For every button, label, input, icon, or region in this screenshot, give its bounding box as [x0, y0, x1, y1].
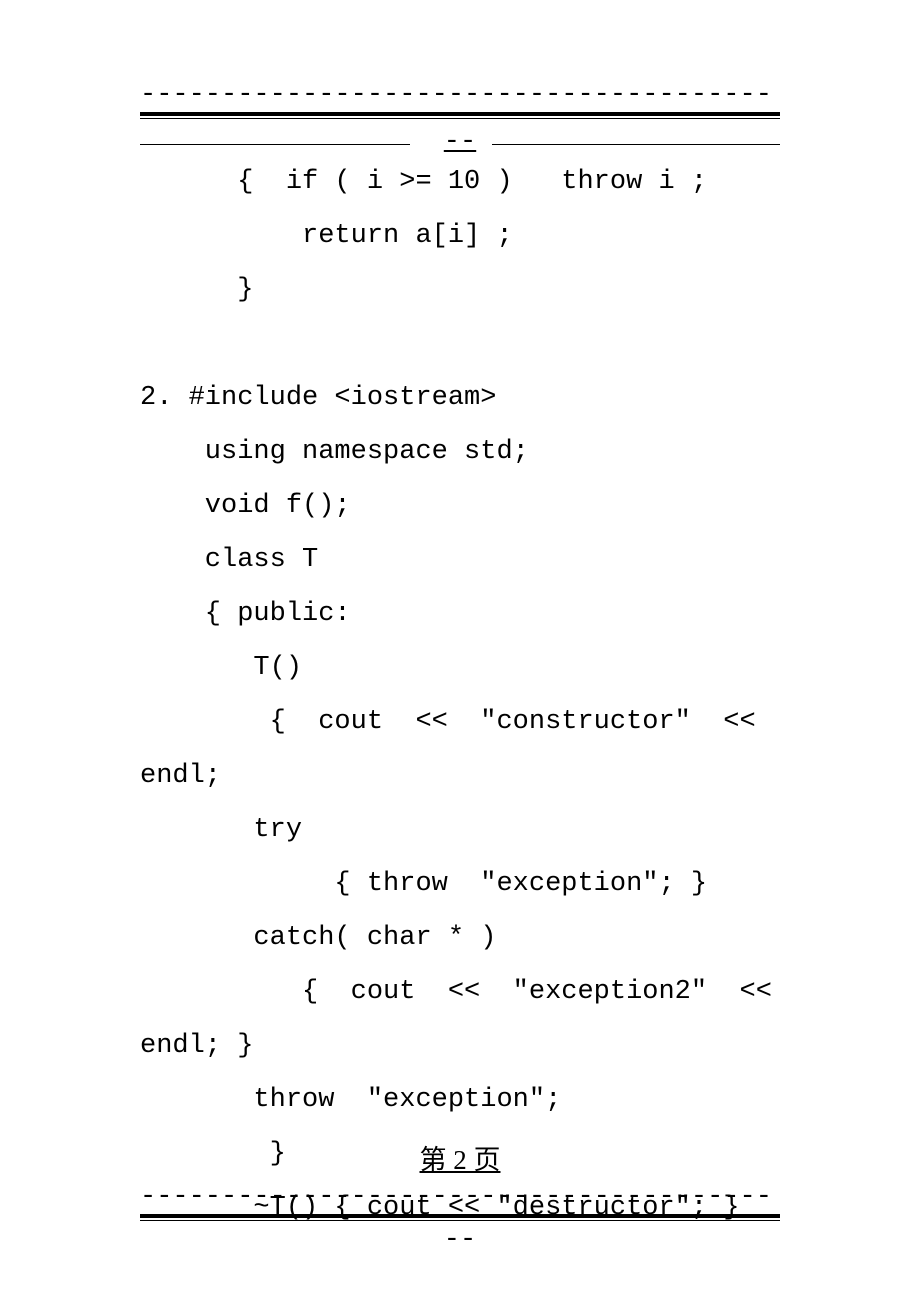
section2-line11: { cout << "exception2" <<	[140, 965, 780, 1019]
solid-double-line	[140, 112, 780, 119]
document-content: { if ( i >= 10 ) throw i ; return a[i] ;…	[140, 155, 780, 1235]
section2-header: 2. #include <iostream>	[140, 371, 780, 425]
under-rule-left	[140, 144, 410, 145]
section2-line3: class T	[140, 533, 780, 587]
blank-line	[140, 317, 780, 371]
code-snippet1-line2: return a[i] ;	[140, 209, 780, 263]
section2-line13: throw "exception";	[140, 1073, 780, 1127]
section2-line12: endl; }	[140, 1019, 780, 1073]
code-snippet1-line1: { if ( i >= 10 ) throw i ;	[140, 155, 780, 209]
section2-line9: { throw "exception"; }	[140, 857, 780, 911]
bottom-divider: --------------------------------------- …	[140, 1182, 780, 1255]
section2-line7: endl;	[140, 749, 780, 803]
section2-line10: catch( char * )	[140, 911, 780, 965]
section2-line1: using namespace std;	[140, 425, 780, 479]
section2-line4: { public:	[140, 587, 780, 641]
solid-double-line-bottom	[140, 1214, 780, 1221]
dash-line-bottom: ---------------------------------------	[140, 1182, 780, 1212]
section2-line8: try	[140, 803, 780, 857]
code-snippet1-line3: }	[140, 263, 780, 317]
center-dash-bottom: --	[140, 1225, 780, 1255]
dash-line-top: ---------------------------------------	[140, 80, 780, 110]
top-divider: --------------------------------------- …	[140, 80, 780, 157]
section2-line2: void f();	[140, 479, 780, 533]
under-rule-right	[492, 144, 780, 145]
page-number: 第 2 页	[0, 1138, 920, 1177]
section2-line5: T()	[140, 641, 780, 695]
center-dash-top: --	[140, 127, 780, 157]
section2-line6: { cout << "constructor" <<	[140, 695, 780, 749]
